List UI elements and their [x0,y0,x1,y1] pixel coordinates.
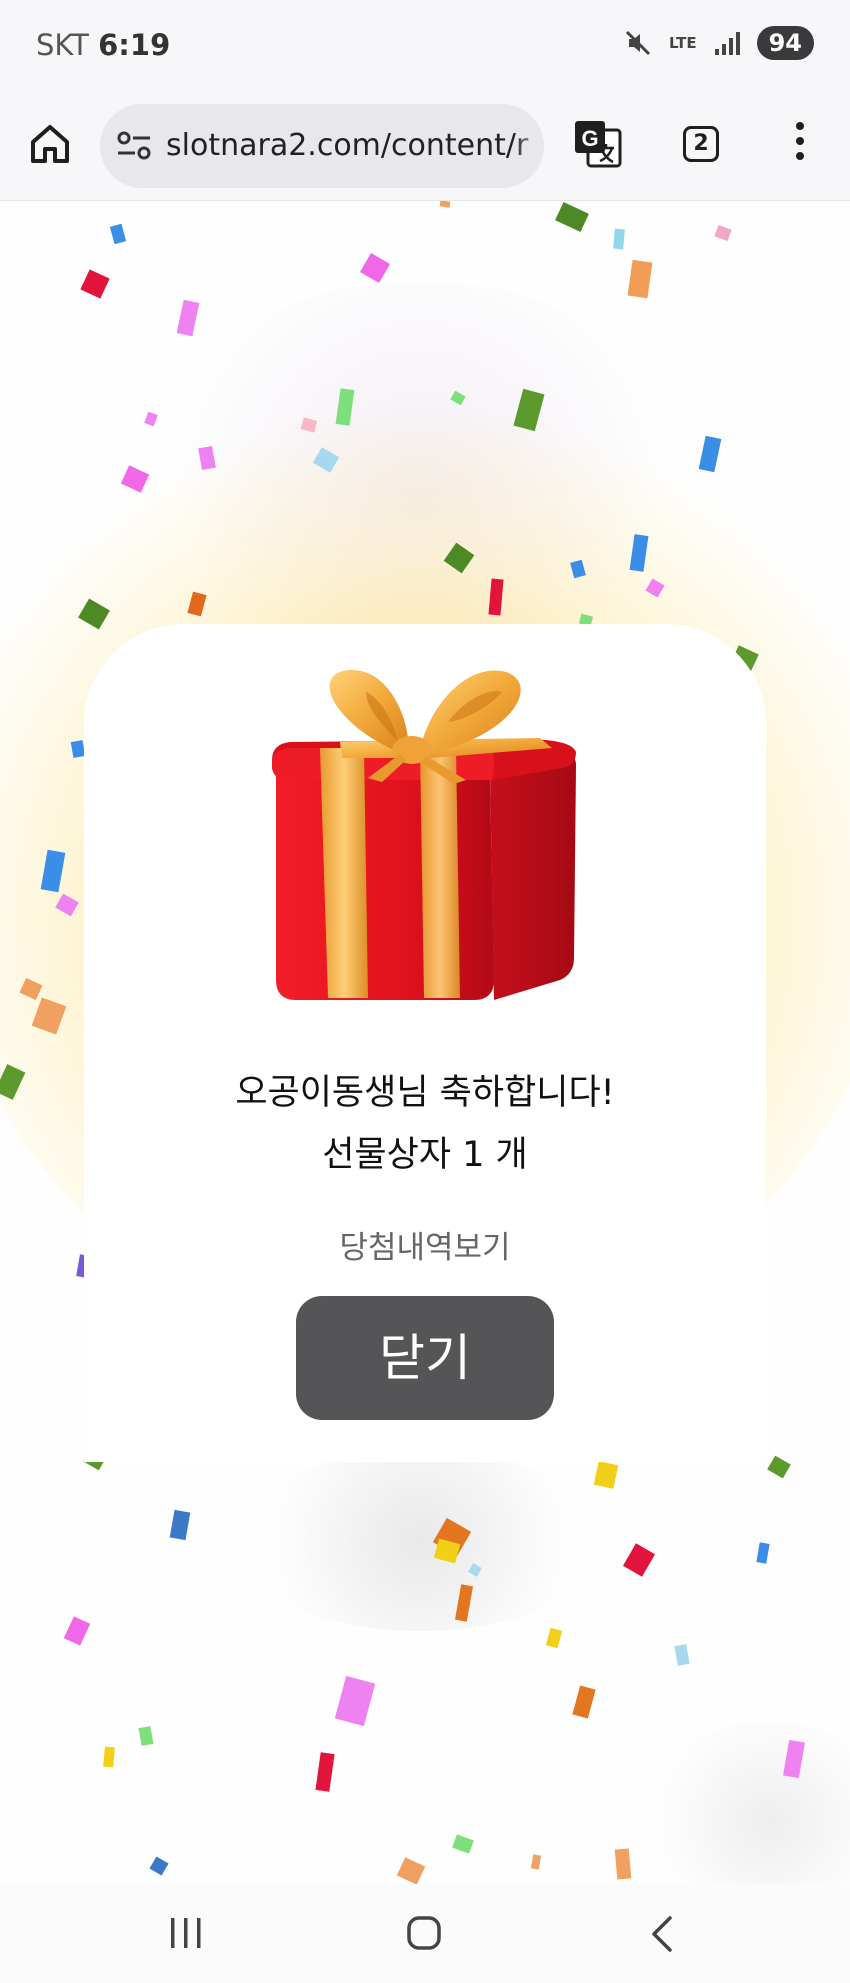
browser-toolbar: slotnara2.com/content/r G 2 [0,92,850,201]
phone-screen: SKT 6:19 LTE 94 slotnara2.com/content/r … [0,0,850,1983]
home-nav-icon[interactable] [406,1915,442,1951]
confetti-piece [176,299,200,337]
confetti-piece [627,259,653,299]
status-icons: LTE 94 [623,26,814,60]
confetti-piece [530,1854,542,1870]
site-settings-icon[interactable] [116,130,152,162]
confetti-piece [593,1461,619,1489]
more-menu-icon[interactable] [786,122,814,168]
address-bar[interactable]: slotnara2.com/content/r [100,104,544,188]
confetti-piece [103,1746,115,1768]
prize-popup: 오공이동생님 축하합니다! 선물상자 1 개 당첨내역보기 닫기 [84,624,766,1462]
svg-text:G: G [581,126,598,151]
confetti-piece [555,202,589,232]
confetti-piece [614,1848,632,1880]
translate-icon[interactable]: G [572,118,624,170]
confetti-piece [138,1726,154,1746]
mute-icon [625,30,651,56]
clock: 6:19 [98,28,171,62]
confetti-piece [396,1857,426,1884]
confetti-piece [714,224,732,242]
close-button[interactable]: 닫기 [296,1296,554,1420]
back-icon[interactable] [648,1914,676,1954]
background-haze [230,1451,610,1631]
background-haze [640,1721,850,1884]
confetti-piece [334,1675,376,1727]
battery-icon: 94 [756,26,814,60]
confetti-piece [452,1834,474,1854]
tab-switcher-icon[interactable]: 2 [683,126,719,162]
recents-icon[interactable] [168,1916,204,1950]
prize-message: 선물상자 1 개 [322,1135,528,1175]
home-icon[interactable] [26,120,74,168]
system-nav-bar [0,1884,850,1983]
page-content: 오공이동생님 축하합니다! 선물상자 1 개 당첨내역보기 닫기 [0,201,850,1884]
confetti-piece [767,1455,791,1479]
signal-icon [714,32,740,55]
gift-box-icon [272,669,576,1000]
confetti-piece [545,1627,563,1649]
url-fade [514,104,544,188]
confetti-piece [80,269,110,299]
confetti-piece [439,201,451,208]
confetti-piece [572,1685,596,1719]
confetti-piece [756,1542,770,1564]
confetti-piece [109,223,127,245]
confetti-piece [149,1856,169,1876]
url-text[interactable]: slotnara2.com/content/r [166,128,528,163]
status-bar: SKT 6:19 LTE 94 [0,0,850,92]
confetti-piece [613,228,625,250]
confetti-piece [622,1543,656,1577]
network-type-icon: LTE [669,33,697,52]
confetti-piece [359,252,391,284]
confetti-piece [698,435,722,473]
congrats-message: 오공이동생님 축하합니다! [235,1073,615,1113]
confetti-piece [315,1752,335,1792]
confetti-piece [63,1616,91,1646]
status-carrier-time: SKT 6:19 [36,28,170,62]
view-win-history-link[interactable]: 당첨내역보기 [84,1222,766,1267]
confetti-piece [169,1509,191,1541]
carrier-label: SKT [36,28,89,62]
confetti-piece [674,1644,690,1666]
